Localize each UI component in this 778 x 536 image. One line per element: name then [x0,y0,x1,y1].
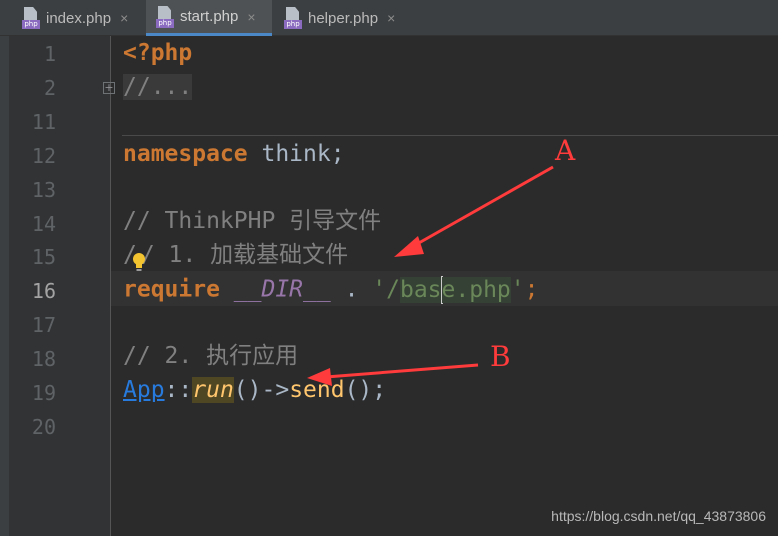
annotation-label-b: B [490,340,511,373]
arrow-b [325,363,479,379]
arrow-a-head [394,236,424,257]
annotation-label-a: A [555,134,576,167]
arrow-a [409,165,554,250]
watermark: https://blog.csdn.net/qq_43873806 [551,508,766,524]
annotation-arrows [307,165,554,386]
arrow-b-head [307,368,332,386]
